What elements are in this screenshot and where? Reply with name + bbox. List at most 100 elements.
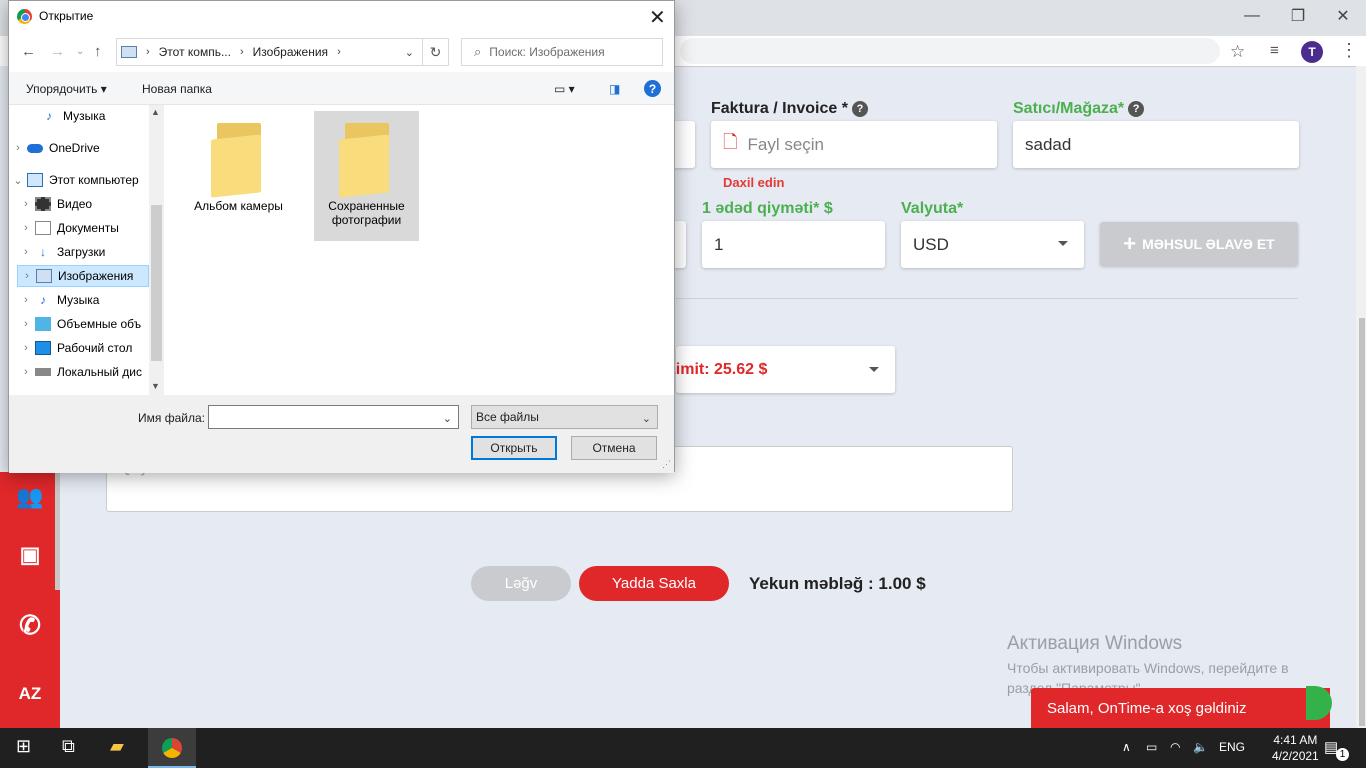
new-folder-button[interactable]: Новая папка	[142, 82, 212, 96]
folder-icon	[210, 123, 267, 198]
open-button[interactable]: Открыть	[471, 436, 557, 460]
dialog-cancel-button[interactable]: Отмена	[571, 436, 657, 460]
recent-dropdown-icon[interactable]: ⌄	[76, 46, 84, 57]
browser-menu-icon[interactable]: ⋮	[1340, 40, 1358, 61]
task-view-icon[interactable]: ⧉	[62, 736, 75, 757]
volume-icon[interactable]: 🔈	[1193, 740, 1208, 754]
file-icon: 🗋	[723, 131, 738, 152]
unit-price-input[interactable]: 1	[702, 221, 885, 268]
store-label: Satıcı/Mağaza*?	[1013, 100, 1145, 118]
limit-select[interactable]: Limit: 25.62 $	[666, 346, 895, 393]
up-arrow-icon[interactable]: ↑	[94, 43, 102, 60]
currency-label: Valyuta*	[901, 200, 964, 217]
windows-start-icon[interactable]: ⊞	[16, 736, 31, 757]
currency-value: USD	[913, 234, 949, 254]
language-switch[interactable]: AZ	[0, 684, 60, 704]
scroll-down-icon[interactable]: ▼	[151, 381, 160, 391]
breadcrumb-item[interactable]: Этот компь...	[159, 45, 231, 59]
open-file-dialog: Открытие ✕ ← → ⌄ ↑ › Этот компь... › Изо…	[8, 0, 675, 473]
chrome-taskbar-button[interactable]	[148, 728, 196, 768]
folder-item[interactable]: Сохраненные фотографии	[314, 111, 419, 241]
welcome-toast: Salam, OnTime-a xoş gəldiniz	[1031, 688, 1330, 728]
toast-text: Salam, OnTime-a xoş gəldiniz	[1047, 699, 1247, 717]
preview-pane-icon[interactable]: ◨	[609, 82, 620, 96]
profile-avatar[interactable]: T	[1301, 41, 1323, 63]
folder-item[interactable]: Альбом камеры	[186, 111, 291, 241]
filename-input[interactable]: ⌄	[208, 405, 459, 429]
file-explorer-icon[interactable]: ▰	[110, 736, 124, 757]
nav-item-this-pc[interactable]: ⌄ Этот компьютер	[9, 169, 149, 191]
tray-chevron-icon[interactable]: ∧	[1122, 740, 1131, 754]
nav-item-documents[interactable]: › Документы	[17, 217, 149, 239]
chevron-down-icon: ⌄	[641, 413, 651, 425]
sidebar: 👥 ▣ ✆ AZ	[0, 472, 60, 728]
nav-item-3d-objects[interactable]: › Объемные объ	[17, 313, 149, 335]
sidebar-scroll-strip	[55, 472, 60, 590]
chevron-down-icon	[869, 367, 879, 372]
wifi-icon[interactable]: ◠	[1170, 740, 1180, 754]
view-options-icon[interactable]: ▭ ▾	[554, 82, 575, 96]
language-indicator[interactable]: ENG	[1219, 740, 1245, 754]
wallet-icon[interactable]: ▣	[0, 542, 60, 568]
invoice-file-input[interactable]: 🗋 Fayl seçin	[711, 121, 997, 168]
search-icon: ⌕	[474, 44, 482, 59]
help-icon[interactable]: ?	[1128, 101, 1145, 117]
cancel-button[interactable]: Ləğv	[471, 566, 571, 601]
forward-arrow-icon[interactable]: →	[50, 43, 65, 60]
chrome-logo-icon	[17, 9, 32, 24]
users-icon[interactable]: 👥	[0, 484, 60, 510]
bookmark-star-icon[interactable]: ☆	[1230, 42, 1245, 62]
organize-menu[interactable]: Упорядочить ▾	[26, 82, 107, 96]
nav-item-downloads[interactable]: › ↓ Загрузки	[17, 241, 149, 263]
reading-list-icon[interactable]: ≡	[1270, 42, 1279, 59]
chevron-down-icon	[1058, 241, 1068, 246]
nav-item-music[interactable]: ♪ Музыка	[9, 105, 149, 127]
add-product-button[interactable]: + MƏHSUL ƏLAVƏ ET	[1100, 222, 1298, 266]
nav-item-local-disk[interactable]: › Локальный дис	[17, 361, 149, 383]
filename-label: Имя файла:	[138, 411, 205, 425]
help-icon[interactable]: ?	[644, 80, 661, 97]
back-arrow-icon[interactable]: ←	[21, 43, 36, 60]
nav-item-desktop[interactable]: › Рабочий стол	[17, 337, 149, 359]
save-button[interactable]: Yadda Saxla	[579, 566, 729, 601]
plus-icon: +	[1123, 231, 1137, 256]
close-window-button[interactable]: ✕	[1320, 4, 1366, 28]
search-input[interactable]: ⌕ Поиск: Изображения	[461, 38, 663, 66]
add-product-label: MƏHSUL ƏLAVƏ ET	[1142, 236, 1275, 252]
nav-item-music-2[interactable]: › ♪ Музыка	[17, 289, 149, 311]
unit-price-value: 1	[714, 234, 724, 254]
refresh-icon[interactable]: ↻	[423, 38, 449, 66]
taskbar: ⊞ ⧉ ▰ ∧ ▭ ◠ 🔈 ENG 4:41 AM 4/2/2021 ▤ 1	[0, 728, 1366, 768]
close-icon[interactable]: ✕	[649, 5, 666, 30]
scroll-up-icon[interactable]: ▲	[151, 107, 160, 117]
phone-icon[interactable]: ✆	[0, 610, 60, 641]
breadcrumb[interactable]: › Этот компь... › Изображения › ⌄	[116, 38, 423, 66]
drive-icon	[35, 368, 51, 376]
documents-icon	[35, 221, 51, 235]
file-list: Альбом камеры Сохраненные фотографии	[164, 105, 674, 395]
clock[interactable]: 4:41 AM 4/2/2021	[1272, 732, 1319, 764]
search-placeholder: Поиск: Изображения	[489, 45, 605, 59]
nav-item-video[interactable]: › Видео	[17, 193, 149, 215]
chevron-down-icon[interactable]: ⌄	[405, 46, 414, 59]
chrome-icon	[162, 738, 182, 758]
breadcrumb-item[interactable]: Изображения	[253, 45, 328, 59]
address-bar[interactable]	[680, 38, 1220, 64]
battery-icon[interactable]: ▭	[1146, 740, 1157, 754]
nav-item-onedrive[interactable]: › OneDrive	[9, 137, 149, 159]
page-scroll-thumb[interactable]	[1359, 318, 1365, 726]
resize-grip-icon[interactable]: ⋰	[662, 459, 671, 470]
invoice-placeholder: Fayl seçin	[747, 134, 825, 154]
minimize-button[interactable]: —	[1229, 4, 1275, 28]
chevron-down-icon[interactable]: ⌄	[443, 412, 452, 425]
nav-item-pictures[interactable]: › Изображения	[17, 265, 149, 287]
3d-objects-icon	[35, 317, 51, 331]
currency-select[interactable]: USD	[901, 221, 1084, 268]
help-icon[interactable]: ?	[851, 101, 868, 117]
store-input[interactable]: sadad	[1013, 121, 1299, 168]
restore-button[interactable]: ❐	[1275, 4, 1321, 28]
video-icon	[35, 197, 51, 211]
pictures-icon	[36, 269, 52, 283]
filetype-select[interactable]: Все файлы ⌄	[471, 405, 658, 429]
nav-pane-scroll-thumb[interactable]	[151, 205, 162, 361]
